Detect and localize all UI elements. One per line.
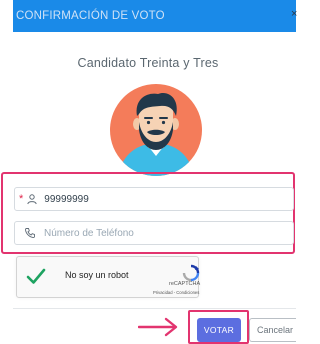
close-icon[interactable]: × (291, 8, 297, 20)
man-beard-avatar-icon (110, 84, 202, 176)
arrow-right-icon (137, 316, 180, 338)
recaptcha-brand: reCAPTCHA (169, 281, 201, 287)
vote-button[interactable]: VOTAR (197, 318, 241, 342)
dialog-header: CONFIRMACIÓN DE VOTO (13, 0, 296, 32)
phone-placeholder: Número de Teléfono (44, 227, 134, 239)
candidate-avatar (110, 84, 202, 176)
recaptcha-terms[interactable]: Privacidad - Condiciones (153, 290, 199, 295)
required-mark: * (19, 193, 24, 205)
footer-divider (13, 308, 296, 309)
recaptcha-widget[interactable]: No soy un robot reCAPTCHA Privacidad - C… (16, 256, 202, 298)
phone-icon (24, 227, 36, 239)
dialog-title: CONFIRMACIÓN DE VOTO (16, 10, 165, 22)
checkmark-icon[interactable] (26, 266, 46, 286)
user-icon (26, 193, 38, 205)
id-number-field[interactable]: * 99999999 (14, 187, 294, 211)
id-number-value: 99999999 (44, 193, 89, 205)
candidate-name: Candidato Treinta y Tres (77, 56, 219, 70)
cancel-button[interactable]: Cancelar (249, 318, 296, 342)
recaptcha-logo-icon (180, 264, 202, 282)
phone-field[interactable]: Número de Teléfono (14, 221, 294, 245)
recaptcha-label: No soy un robot (65, 270, 129, 280)
